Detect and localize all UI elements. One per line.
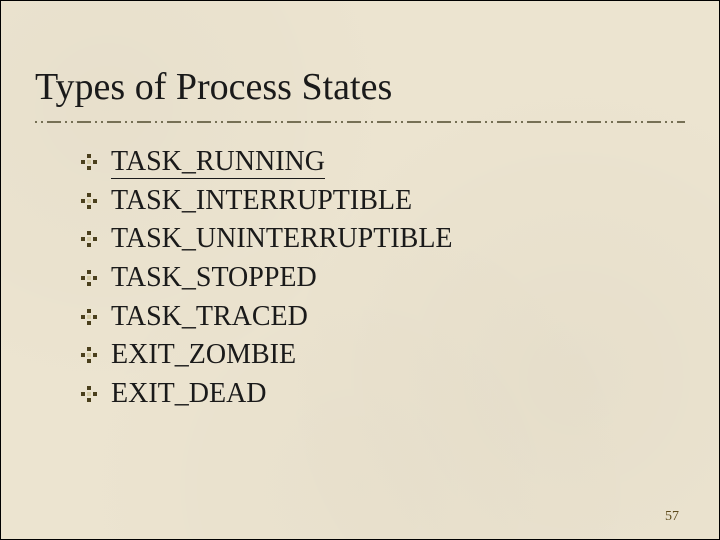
list-item: EXIT_DEAD: [81, 375, 719, 414]
bullet-icon: [81, 386, 97, 402]
list-item: TASK_RUNNING: [81, 143, 719, 182]
list-item-label: EXIT_ZOMBIE: [111, 339, 296, 370]
bullet-icon: [81, 193, 97, 209]
list-item-label: TASK_UNINTERRUPTIBLE: [111, 223, 453, 254]
bullet-icon: [81, 309, 97, 325]
list-item: TASK_STOPPED: [81, 259, 719, 298]
state-list: TASK_RUNNING TASK_INTERRUPTIBLE: [1, 125, 719, 413]
list-item: TASK_TRACED: [81, 298, 719, 337]
list-item: EXIT_ZOMBIE: [81, 336, 719, 375]
bullet-icon: [81, 154, 97, 170]
bullet-icon: [81, 231, 97, 247]
list-item-label: EXIT_DEAD: [111, 378, 267, 409]
list-item-label: TASK_TRACED: [111, 301, 308, 332]
list-item: TASK_UNINTERRUPTIBLE: [81, 220, 719, 259]
page-number: 57: [665, 509, 679, 525]
bullet-icon: [81, 270, 97, 286]
list-item-label[interactable]: TASK_RUNNING: [111, 146, 325, 179]
slide: Types of Process States TASK_RUNNING: [1, 1, 719, 539]
slide-title: Types of Process States: [1, 1, 719, 109]
bullet-icon: [81, 347, 97, 363]
list-item-label: TASK_INTERRUPTIBLE: [111, 185, 412, 216]
list-item-label: TASK_STOPPED: [111, 262, 317, 293]
list-item: TASK_INTERRUPTIBLE: [81, 182, 719, 221]
